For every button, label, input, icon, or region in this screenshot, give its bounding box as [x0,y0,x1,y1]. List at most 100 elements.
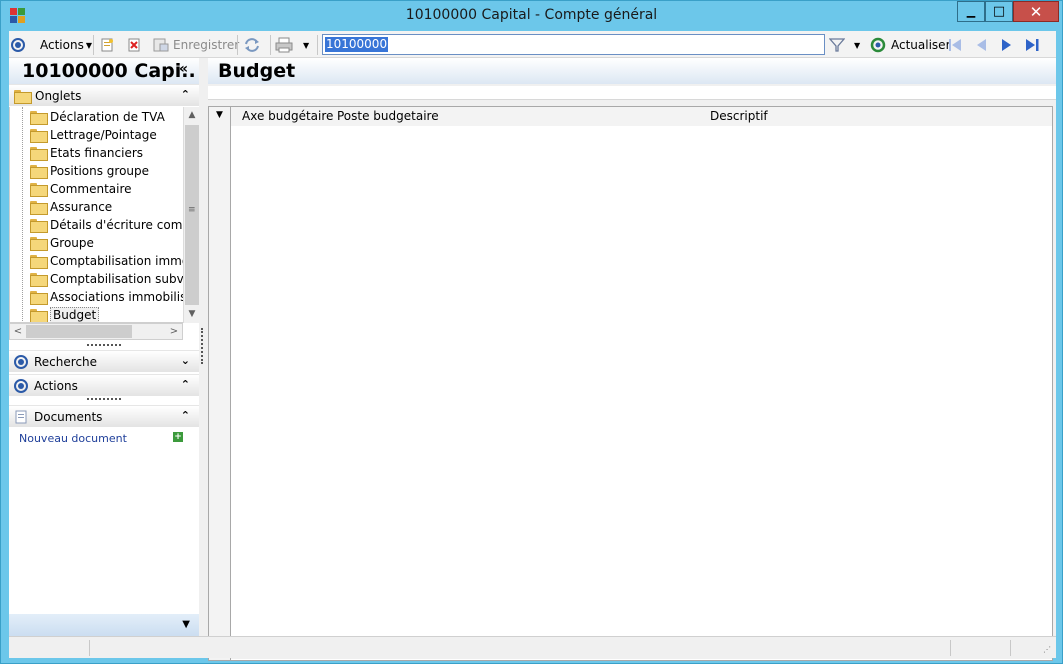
tabs-section-label: Onglets [35,88,82,103]
delete-icon [128,38,140,52]
last-record-icon [1026,39,1039,51]
refresh-icon [870,37,886,53]
tree-item-associations-immob[interactable]: Associations immobilisat [30,288,198,306]
search-section-header[interactable]: Recherche ⌄ [9,350,199,372]
tree-item-declaration-tva[interactable]: Déclaration de TVA [30,108,165,126]
scroll-thumb[interactable] [26,325,132,338]
folder-icon [30,201,48,215]
tree-item-etats-financiers[interactable]: Etats financiers [30,144,143,162]
chevron-down-icon[interactable]: ▼ [182,619,190,630]
open-folder-icon [30,309,48,322]
collapse-chevron-icon[interactable]: ⌃ [181,88,190,101]
new-record-button[interactable] [100,35,114,55]
collapse-chevron-icon[interactable]: ⌃ [181,378,190,391]
maximize-icon: □ [992,4,1006,19]
filter-button[interactable] [829,35,845,55]
new-record-icon [101,38,113,52]
record-search-field[interactable]: 10100000 [322,34,825,55]
documents-section-header[interactable]: Documents ⌃ [9,405,199,427]
folder-icon [30,237,48,251]
first-record-button[interactable] [947,35,963,55]
refresh-button[interactable]: Actualiser [870,35,951,55]
folder-icon [30,147,48,161]
toolbar-separator [237,35,238,55]
refresh-data-button[interactable] [243,35,261,55]
tree-horizontal-scrollbar[interactable]: < > [9,323,183,340]
tree-item-label: Comptabilisation immob [50,254,197,268]
save-button[interactable]: Enregistrer [153,35,239,55]
close-button[interactable]: ✕ [1013,1,1059,22]
column-header-descriptif[interactable]: Descriptif [710,109,768,123]
first-record-icon [949,39,961,51]
minimize-button[interactable]: ▁ [957,1,985,22]
folder-icon [30,219,48,233]
resize-grip-icon[interactable]: ⋰ [1043,645,1053,655]
content-header: Budget [208,58,1056,84]
row-marker-arrow-icon[interactable]: ▼ [216,110,223,120]
page-title: Budget [218,60,296,82]
toolbar-separator [317,35,318,55]
toolbar-separator [93,35,94,55]
tree-item-groupe[interactable]: Groupe [30,234,94,252]
tree-item-budget[interactable]: Budget [30,306,100,322]
status-cell [950,640,951,656]
scroll-left-arrow-icon[interactable]: < [10,324,26,339]
filter-options-dropdown[interactable]: ▼ [854,35,860,55]
tree-item-comptabilisation-immob[interactable]: Comptabilisation immob [30,252,197,270]
grid-header: Axe budgétaire Poste budgetaire Descript… [231,107,1052,126]
add-document-icon[interactable]: + [173,432,183,442]
actions-menu-button[interactable]: Actions ▼ [40,35,92,55]
pane-splitter[interactable] [199,58,208,658]
budget-grid[interactable]: ▼ Axe budgétaire Poste budgetaire Descri… [208,106,1053,661]
tree-item-comptabilisation-subver[interactable]: Comptabilisation subver [30,270,196,288]
scroll-down-arrow-icon[interactable]: ▼ [184,306,200,322]
client-area: Actions ▼ Enregistrer ▼ 10100000 ▼ Actua… [9,31,1056,661]
column-header-poste-budgetaire[interactable]: Poste budgetaire [337,109,439,123]
navigation-button[interactable] [11,35,25,55]
dropdown-arrow-icon: ▼ [303,40,310,50]
splitter-grip[interactable] [201,328,203,364]
folder-icon [30,165,48,179]
tabs-section-header[interactable]: Onglets ⌃ [9,84,199,106]
record-title: 10100000 Capi.. [22,60,196,82]
print-options-dropdown[interactable]: ▼ [303,35,309,55]
tree-vertical-scrollbar[interactable]: ▲ ≡ ▼ [183,107,199,323]
delete-button[interactable] [127,35,141,55]
filter-icon [829,38,845,52]
toolbar-separator [270,35,271,55]
new-document-link[interactable]: Nouveau document [19,432,127,445]
minimize-icon: ▁ [966,5,976,18]
column-header-axe-budgetaire[interactable]: Axe budgétaire [242,109,333,123]
actions-section-icon [14,378,28,393]
expand-chevron-icon[interactable]: ⌄ [181,354,190,367]
collapse-chevron-icon[interactable]: ⌃ [181,409,190,422]
tree-item-assurance[interactable]: Assurance [30,198,112,216]
print-icon [275,37,293,53]
print-button[interactable] [275,35,293,55]
tree-item-label: Déclaration de TVA [50,110,165,124]
scroll-right-arrow-icon[interactable]: > [166,324,182,339]
collapse-pane-button[interactable]: « [179,61,188,77]
tree-item-label: Assurance [50,200,113,214]
refresh-label: Actualiser [891,38,951,52]
save-label: Enregistrer [173,38,240,52]
title-bar[interactable]: 10100000 Capital - Compte général ▁ □ ✕ [1,1,1062,31]
grid-row-header: ▼ [209,107,231,660]
resize-grip[interactable] [87,344,121,347]
tree-item-details-ecriture[interactable]: Détails d'écriture compta [30,216,199,234]
tree-item-label: Commentaire [50,182,132,196]
tree-item-lettrage[interactable]: Lettrage/Pointage [30,126,157,144]
scroll-thumb[interactable]: ≡ [185,125,199,305]
maximize-button[interactable]: □ [985,1,1013,22]
scroll-up-arrow-icon[interactable]: ▲ [184,107,200,123]
previous-record-button[interactable] [973,35,989,55]
tree-item-commentaire[interactable]: Commentaire [30,180,132,198]
last-record-button[interactable] [1024,35,1042,55]
actions-section-header[interactable]: Actions ⌃ [9,374,199,396]
next-record-button[interactable] [999,35,1015,55]
search-field-value: 10100000 [325,37,389,52]
tree-item-label: Groupe [50,236,94,250]
tree-item-positions-groupe[interactable]: Positions groupe [30,162,149,180]
left-pane-footer[interactable]: ▼ [9,614,199,638]
resize-grip[interactable] [87,398,121,401]
